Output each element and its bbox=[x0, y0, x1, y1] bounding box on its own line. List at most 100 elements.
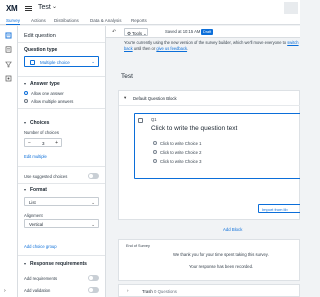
end-message[interactable]: We thank you for your time spent taking … bbox=[173, 252, 269, 257]
survey-title[interactable]: Test bbox=[121, 73, 133, 80]
tab-reports[interactable]: Reports bbox=[131, 16, 147, 25]
trash-section[interactable]: › Trash 0 Questions bbox=[118, 284, 300, 297]
import-button-label: Import from lib bbox=[262, 207, 288, 212]
question-type-value: Multiple choice bbox=[40, 59, 70, 65]
chevron-down-icon[interactable]: ⌄ bbox=[52, 3, 57, 10]
panel-title: Edit question bbox=[24, 33, 56, 39]
xm-logo[interactable]: XM bbox=[6, 4, 18, 13]
suggested-choices-toggle[interactable] bbox=[88, 173, 99, 179]
choice-radio bbox=[153, 159, 157, 163]
question-card[interactable]: Q1 Click to write the question text Clic… bbox=[134, 113, 300, 179]
chevron-down-icon: ⌄ bbox=[91, 59, 95, 64]
add-block-link[interactable]: Add Block bbox=[223, 227, 242, 232]
left-rail: › bbox=[0, 26, 18, 297]
chevron-down-icon[interactable]: ▾ bbox=[24, 187, 26, 192]
tab-survey[interactable]: Survey bbox=[6, 16, 21, 25]
question-select-checkbox[interactable] bbox=[138, 118, 143, 123]
block-name[interactable]: Default Question Block bbox=[133, 96, 177, 101]
edit-multiple-link[interactable]: Edit multiple bbox=[24, 154, 47, 159]
notice-text: until then or bbox=[132, 45, 157, 51]
increment-button[interactable]: + bbox=[55, 140, 58, 146]
trash-count: 0 Questions bbox=[154, 288, 177, 294]
tools-label: Tools bbox=[132, 30, 143, 36]
format-label[interactable]: Format bbox=[30, 187, 47, 193]
radio-allow-multiple[interactable] bbox=[24, 99, 28, 103]
divider bbox=[18, 255, 105, 256]
radio-allow-one[interactable] bbox=[24, 91, 28, 95]
notice-text: . bbox=[187, 45, 189, 51]
draft-badge: Draft bbox=[201, 28, 214, 35]
import-from-library-button[interactable]: Import from lib bbox=[258, 204, 300, 213]
response-requirements-label[interactable]: Response requirements bbox=[30, 261, 87, 267]
undo-icon[interactable]: ↶ bbox=[112, 29, 116, 35]
add-choice-group-link[interactable]: Add choice group bbox=[24, 244, 57, 249]
format-value: List bbox=[29, 200, 36, 205]
chevron-down-icon: ⌄ bbox=[91, 199, 95, 205]
edit-icon[interactable] bbox=[5, 32, 12, 39]
alignment-dropdown[interactable]: Vertical ⌄ bbox=[24, 219, 99, 228]
gear-icon: ⚙ bbox=[127, 30, 131, 36]
number-of-choices-label: Number of choices bbox=[24, 130, 59, 135]
account-area[interactable] bbox=[284, 2, 298, 14]
question-text[interactable]: Click to write the question text bbox=[151, 125, 237, 132]
feedback-link[interactable]: give us feedback bbox=[156, 46, 187, 51]
divider bbox=[18, 166, 105, 167]
number-of-choices-stepper[interactable]: − 3 + bbox=[24, 138, 62, 147]
choice-text[interactable]: Click to write Choice 1 bbox=[160, 141, 201, 146]
main-tabs: Survey Actions Distributions Data & Anal… bbox=[0, 16, 300, 25]
menu-icon[interactable] bbox=[25, 6, 32, 11]
alignment-label: Alignment bbox=[24, 213, 43, 218]
chevron-right-icon[interactable]: › bbox=[127, 288, 129, 293]
notice-text: You're currently using the new version o… bbox=[124, 40, 287, 45]
end-message[interactable]: Your response has been recorded. bbox=[189, 264, 253, 269]
builder-toolbar: ↶ ⚙ Tools ⌄ Saved at 10:15 AM Draft bbox=[106, 26, 300, 38]
alignment-value: Vertical bbox=[29, 222, 44, 227]
project-title[interactable]: Test bbox=[38, 4, 51, 11]
chevron-down-icon[interactable]: ▾ bbox=[24, 120, 26, 125]
options-icon[interactable] bbox=[5, 75, 12, 82]
add-validation-label: Add validation bbox=[24, 288, 51, 293]
number-of-choices-value[interactable]: 3 bbox=[42, 141, 45, 146]
choice-radio bbox=[153, 150, 157, 154]
decrement-button[interactable]: − bbox=[28, 140, 31, 146]
add-validation-toggle[interactable] bbox=[88, 287, 99, 293]
answer-option-label: Allow multiple answers bbox=[31, 98, 74, 104]
builder-notice: You're currently using the new version o… bbox=[124, 40, 300, 51]
multiple-choice-icon bbox=[30, 60, 35, 65]
chevron-right-icon[interactable]: › bbox=[4, 288, 6, 294]
choice-radio bbox=[153, 141, 157, 145]
tab-actions[interactable]: Actions bbox=[31, 16, 46, 25]
divider bbox=[18, 183, 105, 184]
survey-canvas: ↶ ⚙ Tools ⌄ Saved at 10:15 AM Draft You'… bbox=[106, 26, 300, 297]
chevron-down-icon: ⌄ bbox=[91, 221, 95, 227]
survey-flow-icon[interactable] bbox=[5, 46, 12, 53]
trash-label: Trash bbox=[142, 288, 153, 294]
format-dropdown[interactable]: List ⌄ bbox=[24, 197, 99, 206]
suggested-choices-label: Use suggested choices bbox=[24, 174, 68, 179]
end-of-survey-block: End of Survey We thank you for your time… bbox=[118, 239, 300, 281]
filter-icon[interactable] bbox=[5, 61, 12, 68]
choice-text[interactable]: Click to write Choice 2 bbox=[160, 150, 201, 155]
saved-status: Saved at 10:15 AM bbox=[165, 29, 201, 34]
question-type-dropdown[interactable]: Multiple choice ⌄ bbox=[24, 56, 99, 67]
question-block: ▾ Default Question Block Q1 Click to wri… bbox=[118, 90, 300, 220]
choices-label[interactable]: Choices bbox=[30, 120, 49, 126]
tab-distributions[interactable]: Distributions bbox=[54, 16, 79, 25]
edit-question-panel: Edit question Question type Multiple cho… bbox=[18, 26, 106, 297]
add-requirements-label: Add requirements bbox=[24, 276, 58, 281]
tools-button[interactable]: ⚙ Tools ⌄ bbox=[124, 28, 148, 36]
chevron-down-icon[interactable]: ▾ bbox=[124, 95, 126, 101]
tab-data-analysis[interactable]: Data & Analysis bbox=[90, 16, 122, 25]
divider bbox=[18, 108, 105, 109]
choice-text[interactable]: Click to write Choice 3 bbox=[160, 159, 201, 164]
chevron-down-icon[interactable]: ▾ bbox=[24, 261, 26, 266]
divider bbox=[18, 76, 105, 77]
add-requirements-toggle[interactable] bbox=[88, 275, 99, 281]
answer-type-label[interactable]: Answer type bbox=[30, 81, 60, 87]
divider bbox=[18, 42, 105, 43]
block-header[interactable]: ▾ Default Question Block bbox=[119, 91, 300, 106]
chevron-down-icon[interactable]: ▾ bbox=[24, 81, 26, 86]
question-type-label: Question type bbox=[24, 47, 58, 53]
end-of-survey-label: End of Survey bbox=[126, 244, 150, 248]
top-header: XM Test ⌄ bbox=[0, 0, 300, 16]
